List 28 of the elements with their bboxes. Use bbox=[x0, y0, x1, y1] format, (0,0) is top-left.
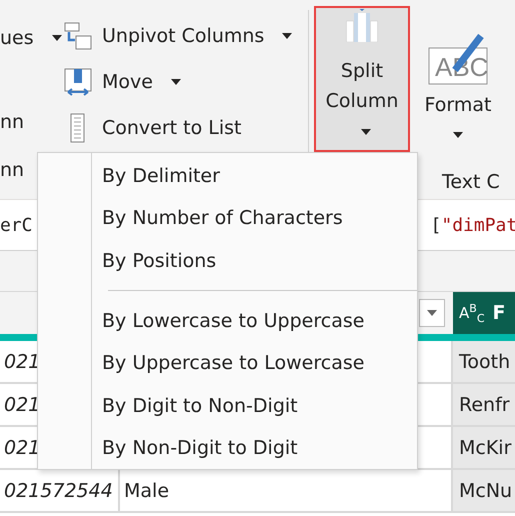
table-cell: Tooth bbox=[453, 341, 515, 382]
split-column-button[interactable]: Split Column bbox=[314, 6, 410, 152]
move-icon bbox=[64, 68, 92, 96]
menu-item[interactable]: By Digit to Non-Digit bbox=[38, 384, 417, 427]
table-cell: McKir bbox=[453, 427, 515, 468]
group-label: Text C bbox=[442, 171, 500, 193]
menu-item[interactable]: By Positions bbox=[38, 240, 417, 282]
formula-text: erC bbox=[0, 214, 33, 236]
table-cell: Renfr bbox=[453, 384, 515, 425]
menu-item[interactable]: By Delimiter bbox=[38, 155, 417, 198]
menu-item[interactable]: By Lowercase to Uppercase bbox=[38, 300, 417, 342]
table-cell: Male bbox=[124, 480, 170, 502]
table-cell: 021572544 bbox=[4, 480, 113, 502]
ribbon-command[interactable]: Unpivot Columns bbox=[60, 13, 300, 59]
group-label: nn bbox=[0, 159, 26, 181]
table-cell: 021 bbox=[4, 350, 40, 372]
column-filter-button[interactable] bbox=[419, 299, 445, 327]
table-cell: 021 bbox=[4, 394, 40, 416]
menu-item[interactable]: By Number of Characters bbox=[38, 197, 417, 240]
ribbon-button[interactable]: nn bbox=[0, 111, 60, 133]
column-header[interactable]: F bbox=[492, 302, 506, 324]
ribbon-command[interactable]: Move bbox=[60, 59, 300, 105]
menu-item[interactable]: By Uppercase to Lowercase bbox=[38, 342, 417, 384]
ribbon-command[interactable]: Convert to List bbox=[60, 105, 300, 151]
table-cell: McNu bbox=[453, 470, 515, 511]
table-cell: 021 bbox=[4, 436, 40, 458]
menu-item[interactable]: By Non-Digit to Digit bbox=[38, 426, 417, 469]
unpivot-icon bbox=[64, 22, 92, 50]
